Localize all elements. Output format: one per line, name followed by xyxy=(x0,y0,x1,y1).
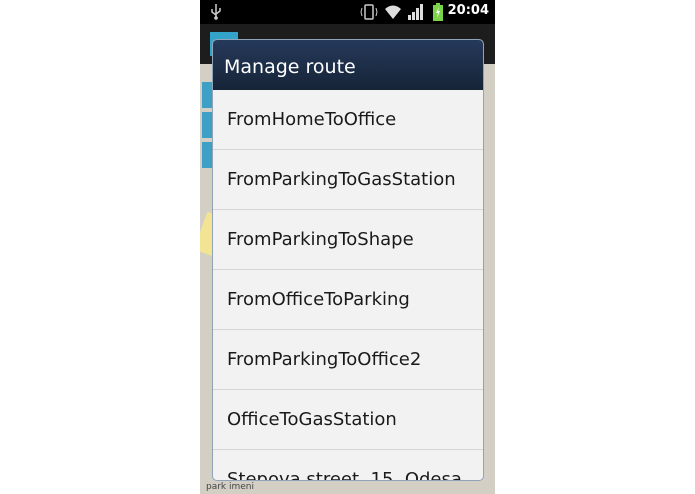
usb-icon xyxy=(210,4,222,24)
status-bar: 20:04 xyxy=(200,0,495,24)
phone-screen: 20:04 park imeni Manage route FromHomeTo… xyxy=(200,0,495,494)
map-tool-button[interactable] xyxy=(202,82,212,108)
route-item[interactable]: Stepova street, 15, Odesa, xyxy=(213,450,483,480)
route-item[interactable]: FromParkingToGasStation xyxy=(213,150,483,210)
route-item[interactable]: OfficeToGasStation xyxy=(213,390,483,450)
route-item[interactable]: FromOfficeToParking xyxy=(213,270,483,330)
manage-route-dialog: Manage route FromHomeToOffice FromParkin… xyxy=(213,40,483,480)
battery-icon xyxy=(433,3,443,25)
route-item[interactable]: FromHomeToOffice xyxy=(213,90,483,150)
status-clock: 20:04 xyxy=(447,3,489,18)
route-item[interactable]: FromParkingToOffice2 xyxy=(213,330,483,390)
route-item[interactable]: FromParkingToShape xyxy=(213,210,483,270)
vibrate-icon xyxy=(360,4,378,24)
dialog-title: Manage route xyxy=(213,40,483,90)
signal-icon xyxy=(408,4,424,24)
wifi-icon xyxy=(384,4,402,24)
route-list: FromHomeToOffice FromParkingToGasStation… xyxy=(213,90,483,480)
map-place-label: park imeni xyxy=(206,482,255,492)
map-tool-button[interactable] xyxy=(202,112,212,138)
map-tool-button[interactable] xyxy=(202,142,212,168)
